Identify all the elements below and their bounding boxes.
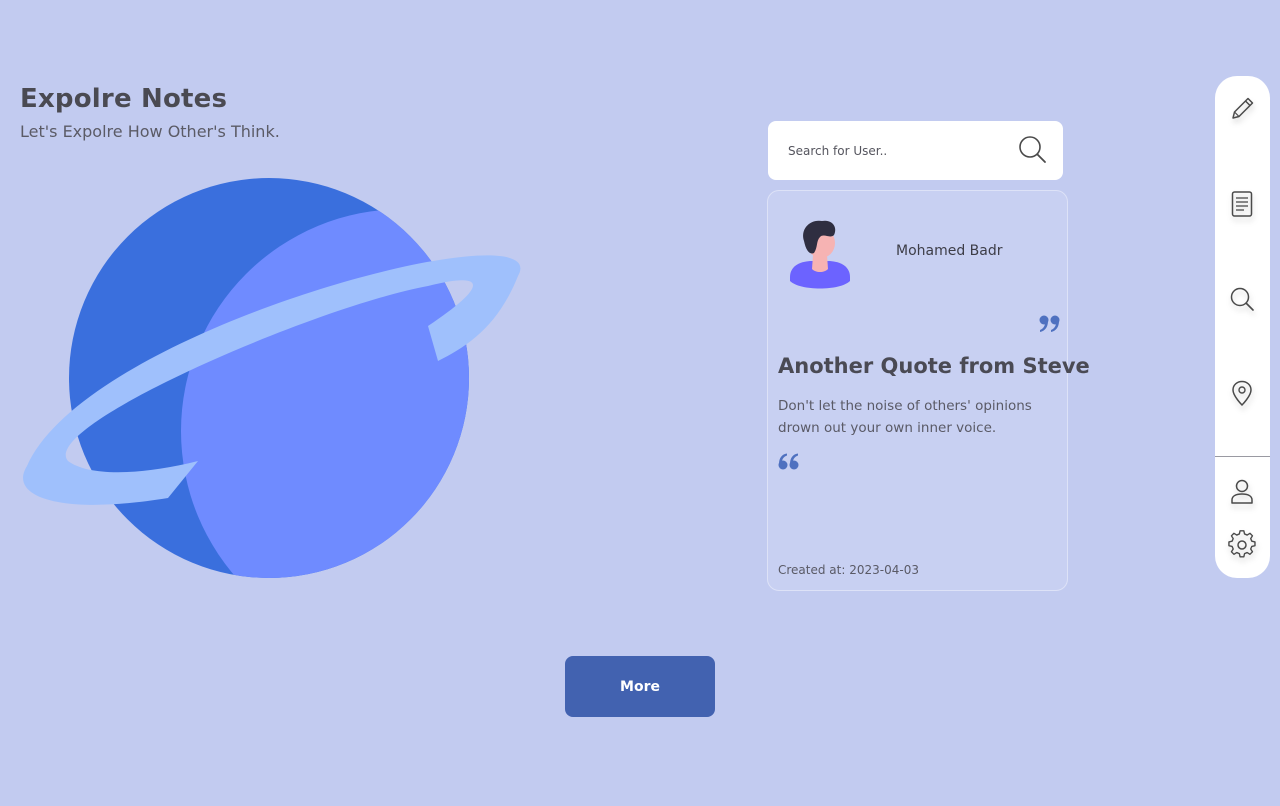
planet-illustration xyxy=(23,178,521,578)
page-subtitle: Let's Expolre How Other's Think. xyxy=(20,122,280,141)
search-icon xyxy=(1019,136,1046,163)
gear-icon xyxy=(1228,530,1256,558)
note-body: Don't let the noise of others' opinions … xyxy=(778,398,1032,436)
created-date: 2023-04-03 xyxy=(849,563,919,577)
sidebar-item-profile[interactable] xyxy=(1227,476,1257,506)
author-name[interactable]: Mohamed Badr xyxy=(896,243,1003,259)
quote-open-icon xyxy=(778,453,799,470)
search-icon xyxy=(1230,287,1254,311)
more-button[interactable]: More xyxy=(565,656,715,717)
created-label: Created at: xyxy=(778,563,846,577)
search-button[interactable] xyxy=(1016,133,1048,165)
pencil-icon xyxy=(1232,97,1254,119)
location-icon xyxy=(1232,380,1252,407)
search-input[interactable] xyxy=(786,139,1020,163)
note-title: Another Quote from Steve xyxy=(778,354,1090,378)
sidebar-divider xyxy=(1215,456,1270,457)
sidebar-item-search[interactable] xyxy=(1227,284,1257,314)
sidebar-item-notes[interactable] xyxy=(1227,189,1257,219)
user-icon xyxy=(1231,479,1253,504)
note-card[interactable]: Mohamed Badr Another Quote from Steve Do… xyxy=(767,190,1090,591)
quote-close-icon xyxy=(1039,315,1060,332)
sidebar-item-write[interactable] xyxy=(1227,94,1257,124)
sidebar-item-location[interactable] xyxy=(1227,378,1257,408)
page-header: Expolre Notes Let's Expolre How Other's … xyxy=(20,84,280,141)
sidebar xyxy=(1215,76,1270,578)
page-title: Expolre Notes xyxy=(20,84,228,114)
avatar xyxy=(790,220,850,289)
notes-icon xyxy=(1231,191,1253,217)
created-at: Created at: 2023-04-03 xyxy=(778,563,919,577)
sidebar-item-settings[interactable] xyxy=(1227,530,1257,560)
